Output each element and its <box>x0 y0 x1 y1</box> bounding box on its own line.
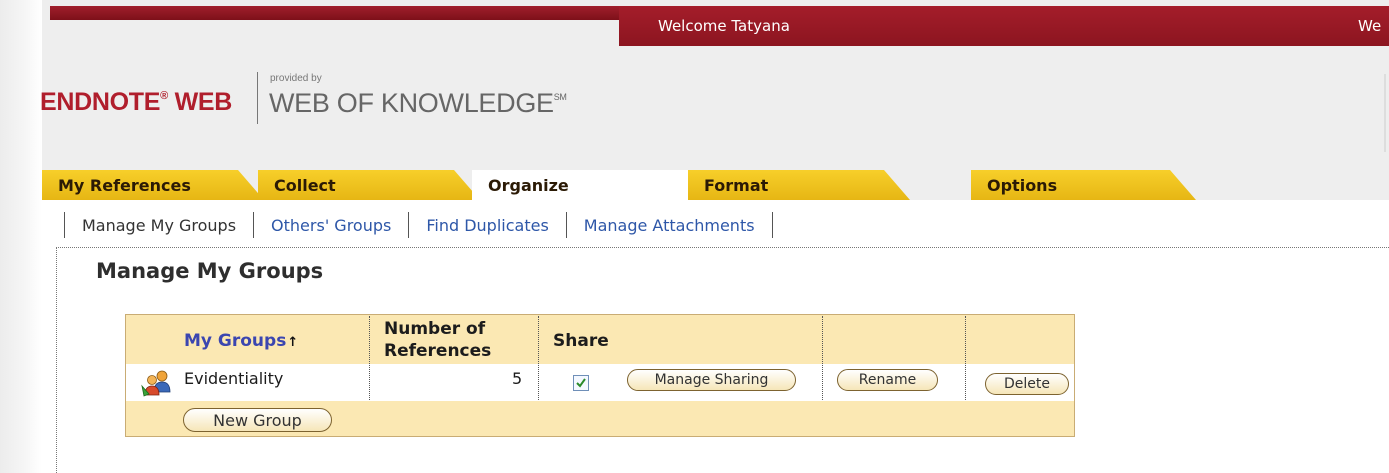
share-header: Share <box>553 331 609 351</box>
header-right-edge <box>1384 74 1386 152</box>
share-checkbox[interactable] <box>573 375 589 391</box>
column-separator <box>965 316 966 400</box>
logo-wok-text: WEB OF KNOWLEDGE <box>269 88 554 118</box>
content-left-border <box>56 247 57 473</box>
num-refs-header-line1: Number of <box>384 319 486 339</box>
num-refs-header-line2: References <box>384 341 492 361</box>
my-groups-header-label: My Groups <box>184 331 287 351</box>
my-groups-header[interactable]: My Groups↑ <box>184 331 298 351</box>
left-gradient-strip <box>0 0 42 473</box>
sort-ascending-icon: ↑ <box>287 335 299 350</box>
page-title: Manage My Groups <box>96 259 324 283</box>
manage-sharing-button[interactable]: Manage Sharing <box>627 369 796 391</box>
tab-collect[interactable]: Collect <box>258 170 480 200</box>
subnav-separator <box>771 212 773 238</box>
logo-provided-by: provided by <box>270 73 322 84</box>
delete-button[interactable]: Delete <box>985 373 1069 395</box>
content-top-border <box>56 247 1389 248</box>
new-group-button[interactable]: New Group <box>183 408 332 432</box>
logo-endnote-text: ENDNOTE <box>40 88 161 116</box>
groups-table: My Groups↑ Number of References Share Ev… <box>125 314 1075 437</box>
subnav-find-duplicates[interactable]: Find Duplicates <box>409 216 565 235</box>
logo-sm-mark: SM <box>553 92 567 102</box>
group-reference-count: 5 <box>512 369 523 388</box>
group-name[interactable]: Evidentiality <box>184 369 283 388</box>
tab-organize[interactable]: Organize <box>472 170 688 200</box>
group-icon <box>140 368 174 398</box>
subnav: Manage My Groups Others' Groups Find Dup… <box>64 209 773 241</box>
subnav-manage-attachments[interactable]: Manage Attachments <box>567 216 772 235</box>
column-separator <box>538 316 539 400</box>
column-separator <box>369 316 370 400</box>
number-of-references-header: Number of References <box>384 318 491 362</box>
tab-format[interactable]: Format <box>688 170 910 200</box>
endnote-web-logo[interactable]: ENDNOTE® WEB <box>40 88 232 117</box>
subnav-manage-my-groups[interactable]: Manage My Groups <box>65 216 253 235</box>
tab-my-references[interactable]: My References <box>42 170 264 200</box>
checkmark-icon <box>576 378 586 388</box>
web-of-knowledge-logo[interactable]: WEB OF KNOWLEDGESM <box>269 88 567 119</box>
logo-web-text: WEB <box>167 88 233 116</box>
welcome-message-truncated: We <box>1358 17 1382 35</box>
welcome-message: Welcome Tatyana <box>658 17 790 35</box>
logo-registered-mark: ® <box>160 90 168 102</box>
subnav-others-groups[interactable]: Others' Groups <box>254 216 408 235</box>
tab-options[interactable]: Options <box>971 170 1196 200</box>
column-separator <box>822 316 823 400</box>
logo-divider <box>257 72 258 124</box>
rename-button[interactable]: Rename <box>837 369 938 391</box>
